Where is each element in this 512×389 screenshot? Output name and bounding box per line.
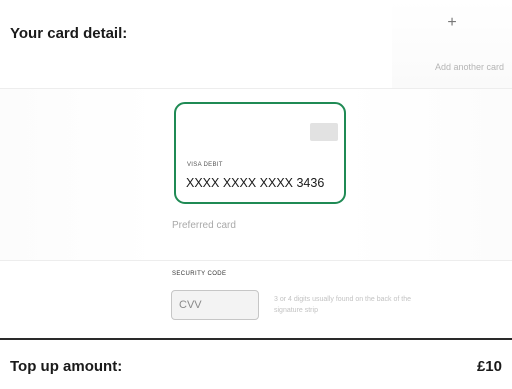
saved-card[interactable]: VISA DEBIT XXXX XXXX XXXX 3436 <box>174 102 346 204</box>
card-type-label: VISA DEBIT <box>187 162 223 168</box>
page-title: Your card detail: <box>10 25 128 42</box>
divider <box>0 260 512 261</box>
top-up-amount-value: £10 <box>476 358 502 375</box>
card-number: XXXX XXXX XXXX 3436 <box>186 176 325 190</box>
add-another-card-button[interactable]: + Add another card <box>392 0 512 88</box>
card-chip-icon <box>310 123 338 141</box>
section-shade <box>342 89 512 260</box>
card-detail-header: Your card detail: + Add another card <box>0 0 512 88</box>
add-another-card-label[interactable]: Add another card <box>435 62 504 72</box>
cvv-hint: 3 or 4 digits usually found on the back … <box>274 296 411 314</box>
plus-icon[interactable]: + <box>443 14 461 32</box>
security-code-label: SECURITY CODE <box>172 271 227 277</box>
top-up-amount-label: Top up amount: <box>10 358 123 375</box>
cvv-input[interactable] <box>171 290 259 320</box>
card-section: VISA DEBIT XXXX XXXX XXXX 3436 Preferred… <box>0 89 512 260</box>
divider <box>0 338 512 340</box>
preferred-card-label: Preferred card <box>172 220 236 231</box>
section-shade <box>0 89 160 260</box>
